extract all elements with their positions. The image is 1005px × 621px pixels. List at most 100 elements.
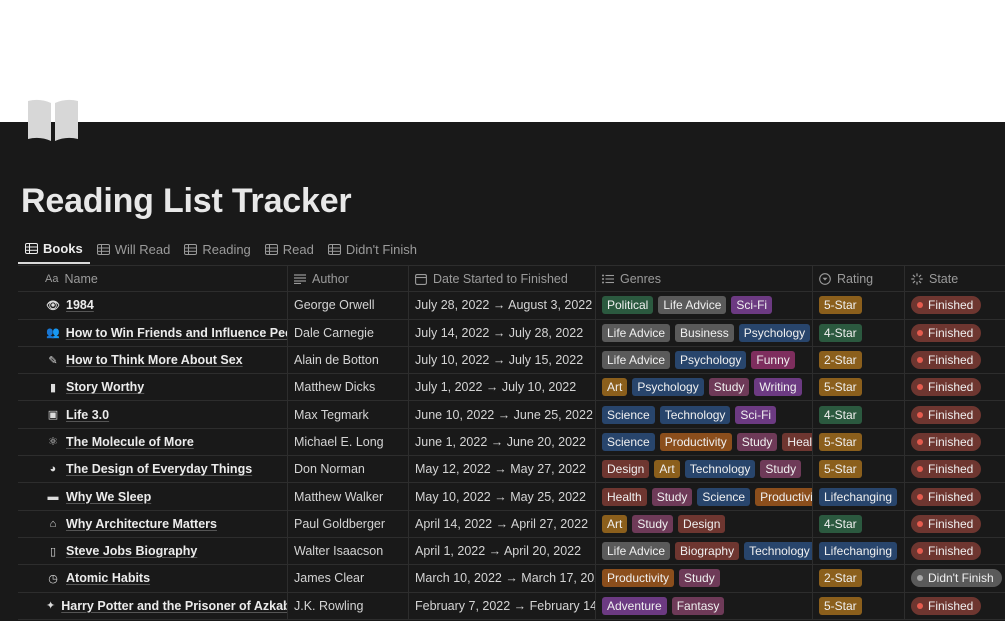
book-name-cell[interactable]: 👥 How to Win Friends and Influence People [18,319,288,346]
date-range-cell[interactable]: July 10, 2022 → July 15, 2022 [409,346,596,374]
author-cell[interactable]: J.K. Rowling [288,592,409,619]
table-row[interactable]: ✦ Harry Potter and the Prisoner of Azkaba… [18,592,1005,620]
date-range-cell[interactable]: May 12, 2022 → May 27, 2022 [409,456,596,483]
table-row[interactable]: ◕ The Design of Everyday Things Don Norman… [18,456,1005,484]
open-book-icon[interactable] [26,98,80,142]
rating-cell[interactable]: 5-Star [813,292,905,319]
book-name-cell[interactable]: ⚛ The Molecule of More [18,428,288,456]
state-cell[interactable]: Finished [905,593,1005,619]
rating-cell[interactable]: 4-Star [813,510,905,537]
book-name-cell[interactable]: ▯ Steve Jobs Biography [18,537,288,565]
author-cell[interactable]: James Clear [288,565,409,592]
book-name-cell[interactable]: ✦ Harry Potter and the Prisoner of Azkaba… [18,592,288,619]
tab-reading[interactable]: Reading [177,234,257,264]
book-title-link[interactable]: The Molecule of More [66,435,194,449]
book-title-link[interactable]: Why Architecture Matters [66,517,217,531]
state-cell[interactable]: Finished [905,374,1005,400]
book-name-cell[interactable]: 👁 1984 [18,292,288,319]
book-name-cell[interactable]: ◕ The Design of Everyday Things [18,456,288,483]
genres-cell[interactable]: Adventure Fantasy [596,592,813,619]
tab-will-read[interactable]: Will Read [90,234,178,264]
author-cell[interactable]: Don Norman [288,456,409,483]
date-range-cell[interactable]: July 28, 2022 → August 3, 2022 [409,292,596,319]
book-title-link[interactable]: The Design of Everyday Things [66,462,252,476]
state-cell[interactable]: Finished [905,483,1005,509]
author-cell[interactable]: Paul Goldberger [288,510,409,537]
date-range-cell[interactable]: June 10, 2022 → June 25, 2022 [409,401,596,428]
author-cell[interactable]: Michael E. Long [288,428,409,456]
book-name-cell[interactable]: ▣ Life 3.0 [18,401,288,428]
genres-cell[interactable]: Science Technology Sci-Fi [596,401,813,428]
table-row[interactable]: ⌂ Why Architecture Matters Paul Goldberger… [18,510,1005,538]
column-header-name[interactable]: Aa Name [18,266,288,292]
author-cell[interactable]: George Orwell [288,292,409,319]
table-row[interactable]: ▣ Life 3.0 Max Tegmark June 10, 2022 → June… [18,401,1005,429]
table-row[interactable]: ▯ Steve Jobs Biography Walter Isaacson Apri… [18,537,1005,566]
rating-cell[interactable]: 2-Star [813,346,905,374]
book-name-cell[interactable]: ▮ Story Worthy [18,374,288,401]
date-range-cell[interactable]: April 14, 2022 → April 27, 2022 [409,510,596,537]
genres-cell[interactable]: Art Psychology Study Writing [596,374,813,401]
rating-cell[interactable]: Lifechanging [813,483,905,510]
author-cell[interactable]: Dale Carnegie [288,319,409,346]
tab-didn-t-finish[interactable]: Didn't Finish [321,234,424,264]
rating-cell[interactable]: 2-Star [813,565,905,592]
author-cell[interactable]: Max Tegmark [288,401,409,428]
genres-cell[interactable]: Design Art Technology Study [596,456,813,483]
book-title-link[interactable]: Steve Jobs Biography [66,544,197,558]
book-title-link[interactable]: How to Win Friends and Influence People [66,326,287,340]
rating-cell[interactable]: 5-Star [813,428,905,456]
book-title-link[interactable]: Harry Potter and the Prisoner of Azkaban [61,599,287,613]
tab-books[interactable]: Books [18,234,90,264]
table-row[interactable]: 👁 1984 George Orwell July 28, 2022 → August… [18,292,1005,320]
column-header-genres[interactable]: Genres [596,266,813,292]
genres-cell[interactable]: Art Study Design [596,510,813,537]
table-row[interactable]: ▬ Why We Sleep Matthew Walker May 10, 2022 … [18,483,1005,511]
table-row[interactable]: ⚛ The Molecule of More Michael E. Long June… [18,428,1005,457]
state-cell[interactable]: Finished [905,292,1005,318]
column-header-state[interactable]: State [905,266,1005,291]
state-cell[interactable]: Finished [905,456,1005,482]
author-cell[interactable]: Walter Isaacson [288,537,409,565]
rating-cell[interactable]: 5-Star [813,374,905,401]
column-header-author[interactable]: Author [288,266,409,292]
rating-cell[interactable]: Lifechanging [813,537,905,565]
genres-cell[interactable]: Productivity Study [596,565,813,592]
date-range-cell[interactable]: July 14, 2022 → July 28, 2022 [409,319,596,346]
state-cell[interactable]: Finished [905,401,1005,427]
genres-cell[interactable]: Political Life Advice Sci-Fi [596,292,813,319]
date-range-cell[interactable]: February 7, 2022 → February 14, 20 [409,592,596,619]
state-cell[interactable]: Finished [905,320,1005,346]
genres-cell[interactable]: HealthStudyScienceProductivity [596,483,813,510]
author-cell[interactable]: Matthew Dicks [288,374,409,401]
date-range-cell[interactable]: May 10, 2022 → May 25, 2022 [409,483,596,510]
author-cell[interactable]: Alain de Botton [288,346,409,374]
genres-cell[interactable]: Life Advice Biography Technology [596,537,813,565]
rating-cell[interactable]: 4-Star [813,319,905,346]
book-title-link[interactable]: Life 3.0 [66,408,109,422]
state-cell[interactable]: Didn't Finish [905,565,1005,591]
column-header-rating[interactable]: Rating [813,266,905,292]
book-name-cell[interactable]: ✎ How to Think More About Sex [18,346,288,374]
date-range-cell[interactable]: April 1, 2022 → April 20, 2022 [409,537,596,565]
table-row[interactable]: ▮ Story Worthy Matthew Dicks July 1, 2022 →… [18,374,1005,402]
author-cell[interactable]: Matthew Walker [288,483,409,510]
table-row[interactable]: 👥 How to Win Friends and Influence People… [18,319,1005,347]
state-cell[interactable]: Finished [905,347,1005,373]
genres-cell[interactable]: Life Advice Psychology Funny [596,346,813,374]
table-row[interactable]: ✎ How to Think More About Sex Alain de Bot… [18,346,1005,375]
rating-cell[interactable]: 5-Star [813,456,905,483]
genres-cell[interactable]: Life Advice Business Psychology [596,319,813,346]
book-title-link[interactable]: Why We Sleep [66,490,151,504]
state-cell[interactable]: Finished [905,429,1005,455]
tab-read[interactable]: Read [258,234,321,264]
book-title-link[interactable]: Story Worthy [66,380,144,394]
table-row[interactable]: ◷ Atomic Habits James Clear March 10, 2022 … [18,565,1005,593]
book-title-link[interactable]: 1984 [66,298,94,312]
book-name-cell[interactable]: ▬ Why We Sleep [18,483,288,510]
column-header-date-started-to-finished[interactable]: Date Started to Finished [409,266,596,292]
date-range-cell[interactable]: July 1, 2022 → July 10, 2022 [409,374,596,401]
book-name-cell[interactable]: ◷ Atomic Habits [18,565,288,592]
genres-cell[interactable]: ScienceProductivityStudyHealth [596,428,813,456]
book-title-link[interactable]: How to Think More About Sex [66,353,243,367]
